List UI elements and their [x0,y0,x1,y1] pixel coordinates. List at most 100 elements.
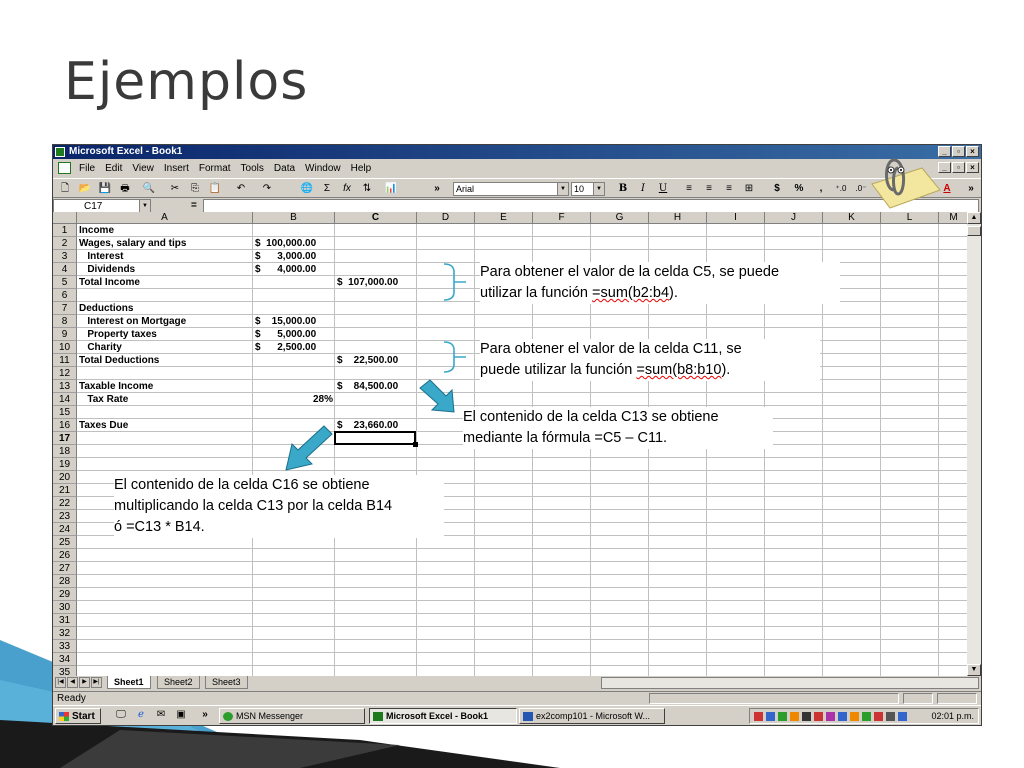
cell-a7[interactable]: Deductions [79,302,251,315]
menu-view[interactable]: View [132,160,154,177]
next-sheet-icon[interactable]: ▶ [79,677,90,688]
select-all-corner[interactable] [53,212,77,224]
prev-sheet-icon[interactable]: ◀ [67,677,78,688]
row-header-15[interactable]: 15 [53,406,77,419]
doc-close-button[interactable]: × [966,162,979,173]
align-left-icon[interactable]: ≡ [681,182,697,196]
tray-msn-icon[interactable] [778,712,787,721]
cell-a5[interactable]: Total Income [79,276,251,289]
quicklaunch-more-button[interactable]: » [197,708,213,722]
font-size-select[interactable]: 10 ▼ [571,182,605,196]
column-header-d[interactable]: D [417,212,475,224]
menu-help[interactable]: Help [351,160,372,177]
tray-alert-icon[interactable] [874,712,883,721]
maximize-button[interactable]: ▫ [952,146,965,157]
sort-ascending-icon[interactable]: ⇅ [359,182,375,196]
print-icon[interactable]: 🖶 [117,182,133,196]
row-header-11[interactable]: 11 [53,354,77,367]
row-header-31[interactable]: 31 [53,614,77,627]
chart-wizard-icon[interactable]: 📊 [383,182,399,196]
menu-edit[interactable]: Edit [105,160,122,177]
quicklaunch-media-icon[interactable]: ▣ [173,708,189,722]
row-header-21[interactable]: 21 [53,484,77,497]
cell-c5[interactable]: $ 107,000.00 [337,276,415,289]
row-header-32[interactable]: 32 [53,627,77,640]
row-header-28[interactable]: 28 [53,575,77,588]
column-header-k[interactable]: K [823,212,881,224]
close-button[interactable]: × [966,146,979,157]
tray-info-icon[interactable] [838,712,847,721]
row-header-29[interactable]: 29 [53,588,77,601]
quicklaunch-outlook-icon[interactable]: ✉ [153,708,169,722]
menu-format[interactable]: Format [199,160,231,177]
taskbar-button-msn[interactable]: MSN Messenger [219,708,365,724]
tray-network-icon[interactable] [766,712,775,721]
hyperlink-icon[interactable]: 🌐 [299,182,315,196]
scroll-thumb[interactable] [967,226,981,236]
cell-a16[interactable]: Taxes Due [79,419,251,432]
comma-style-button[interactable]: , [813,182,829,196]
tray-keyboard-icon[interactable] [886,712,895,721]
column-header-g[interactable]: G [591,212,649,224]
align-center-icon[interactable]: ≡ [701,182,717,196]
row-header-27[interactable]: 27 [53,562,77,575]
row-header-22[interactable]: 22 [53,497,77,510]
row-header-5[interactable]: 5 [53,276,77,289]
row-header-1[interactable]: 1 [53,224,77,237]
redo-icon[interactable]: ↷ [259,182,275,196]
cell-b4[interactable]: $ 4,000.00 [255,263,333,276]
print-preview-icon[interactable]: 🔍 [141,182,157,196]
row-header-3[interactable]: 3 [53,250,77,263]
tab-sheet2[interactable]: Sheet2 [157,676,200,689]
cell-c11[interactable]: $ 22,500.00 [337,354,415,367]
row-header-19[interactable]: 19 [53,458,77,471]
cell-c13[interactable]: $ 84,500.00 [337,380,415,393]
row-header-6[interactable]: 6 [53,289,77,302]
tab-sheet1[interactable]: Sheet1 [107,676,151,689]
taskbar-button-excel[interactable]: Microsoft Excel - Book1 [369,708,517,724]
column-header-f[interactable]: F [533,212,591,224]
row-header-8[interactable]: 8 [53,315,77,328]
row-header-7[interactable]: 7 [53,302,77,315]
merge-center-icon[interactable]: ⊞ [741,182,757,196]
column-header-c[interactable]: C [335,212,417,224]
cell-b3[interactable]: $ 3,000.00 [255,250,333,263]
toolbar-more-button[interactable]: » [429,182,445,196]
row-header-30[interactable]: 30 [53,601,77,614]
row-header-23[interactable]: 23 [53,510,77,523]
cell-a8[interactable]: Interest on Mortgage [79,315,251,328]
tray-volume-icon[interactable] [790,712,799,721]
cell-a13[interactable]: Taxable Income [79,380,251,393]
cell-b8[interactable]: $ 15,000.00 [255,315,333,328]
new-file-icon[interactable]: 🗋 [57,182,73,196]
column-header-l[interactable]: L [881,212,939,224]
row-header-26[interactable]: 26 [53,549,77,562]
copy-icon[interactable]: ⎘ [187,182,203,196]
taskbar-clock[interactable]: 02:01 p.m. [931,709,974,723]
cell-a9[interactable]: Property taxes [79,328,251,341]
cell-b9[interactable]: $ 5,000.00 [255,328,333,341]
cell-a3[interactable]: Interest [79,250,251,263]
quicklaunch-desktop-icon[interactable]: 🖵 [113,708,129,722]
tray-printer-icon[interactable] [802,712,811,721]
scroll-up-icon[interactable]: ▲ [967,212,981,224]
menu-window[interactable]: Window [305,160,341,177]
workbook-icon[interactable] [58,162,71,174]
last-sheet-icon[interactable]: ▶| [91,677,102,688]
column-header-i[interactable]: I [707,212,765,224]
chevron-down-icon[interactable]: ▼ [139,200,150,212]
vertical-scrollbar[interactable]: ▲ ▼ [967,212,981,676]
column-header-h[interactable]: H [649,212,707,224]
scroll-down-icon[interactable]: ▼ [967,664,981,676]
cell-a2[interactable]: Wages, salary and tips [79,237,251,250]
row-header-9[interactable]: 9 [53,328,77,341]
row-header-17[interactable]: 17 [53,432,77,445]
cell-a10[interactable]: Charity [79,341,251,354]
tray-media-icon[interactable] [826,712,835,721]
column-header-j[interactable]: J [765,212,823,224]
tab-sheet3[interactable]: Sheet3 [205,676,248,689]
cell-b10[interactable]: $ 2,500.00 [255,341,333,354]
row-header-14[interactable]: 14 [53,393,77,406]
row-header-12[interactable]: 12 [53,367,77,380]
percent-button[interactable]: % [791,182,807,196]
